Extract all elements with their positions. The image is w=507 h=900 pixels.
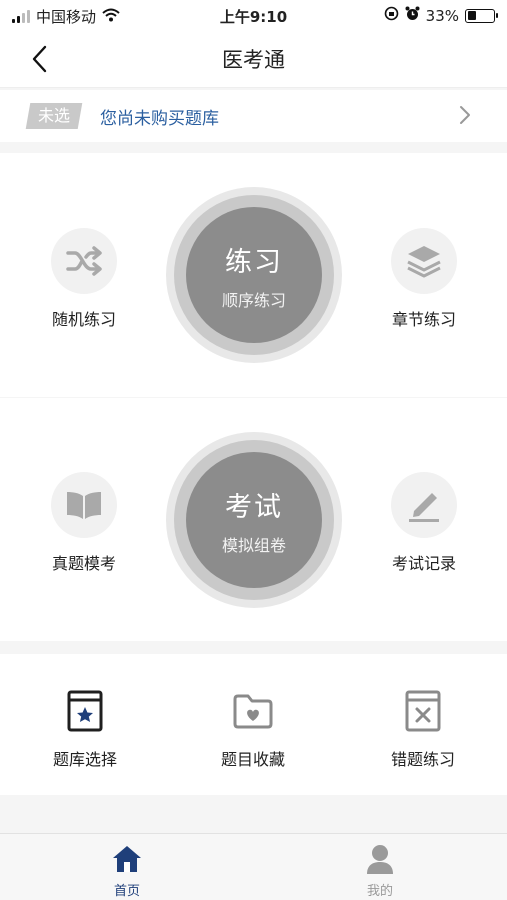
battery-percent: 33% <box>425 6 459 25</box>
practice-panel: 随机练习 练习 顺序练习 章节练习 <box>0 153 507 397</box>
exam-ring: 考试 模拟组卷 <box>174 440 334 600</box>
random-practice-label: 随机练习 <box>51 310 116 329</box>
unselected-badge: 未选 <box>25 103 83 129</box>
shuffle-icon <box>66 246 102 276</box>
practice-subtitle: 顺序练习 <box>221 290 286 310</box>
badge-label: 未选 <box>37 106 70 125</box>
battery-icon <box>465 8 498 23</box>
bank-status-text: 您尚未购买题库 <box>100 109 219 129</box>
random-practice-circle <box>51 228 117 294</box>
battery-fill <box>467 11 476 20</box>
status-bar: 中国移动 上午9:10 33% <box>0 0 507 30</box>
exam-button[interactable]: 考试 模拟组卷 <box>166 432 342 608</box>
question-bank-icon-wrap <box>20 688 150 734</box>
layers-icon <box>407 246 441 278</box>
home-icon <box>113 846 141 872</box>
book-icon <box>67 492 101 519</box>
random-practice-button[interactable]: 随机练习 <box>24 228 144 330</box>
exam-panel: 真题模考 考试 模拟组卷 考试记录 <box>0 398 507 641</box>
past-exam-button[interactable]: 真题模考 <box>24 472 144 574</box>
practice-core: 练习 顺序练习 <box>186 207 322 343</box>
rotation-lock-icon <box>384 6 399 25</box>
favorites-icon-wrap <box>188 688 318 734</box>
page-title: 医考通 <box>222 48 285 72</box>
wrong-book-icon <box>405 690 441 732</box>
wrong-questions-label: 错题练习 <box>390 750 455 769</box>
exam-subtitle: 模拟组卷 <box>221 535 286 555</box>
practice-ring: 练习 顺序练习 <box>174 195 334 355</box>
tab-bar: 首页 我的 <box>0 833 507 900</box>
tab-home-icon-wrap <box>77 842 177 876</box>
question-bank-bar[interactable]: 未选 您尚未购买题库 <box>0 90 507 142</box>
wrong-questions-button[interactable]: 错题练习 <box>358 688 488 770</box>
tab-mine[interactable]: 我的 <box>330 842 430 899</box>
favorites-label: 题目收藏 <box>220 750 285 769</box>
pencil-icon <box>409 493 439 522</box>
tab-home[interactable]: 首页 <box>77 842 177 899</box>
nav-bar: 医考通 <box>0 30 507 88</box>
user-icon <box>367 845 393 874</box>
chevron-right-icon <box>459 105 471 129</box>
past-exam-circle <box>51 472 117 538</box>
alarm-icon <box>405 6 420 25</box>
tools-panel: 题库选择 题目收藏 错题练习 <box>0 654 507 795</box>
chapter-practice-label: 章节练习 <box>391 310 456 329</box>
wrong-questions-icon-wrap <box>358 688 488 734</box>
chapter-practice-circle <box>391 228 457 294</box>
favorites-button[interactable]: 题目收藏 <box>188 688 318 770</box>
status-right: 33% <box>384 6 498 25</box>
question-bank-select-button[interactable]: 题库选择 <box>20 688 150 770</box>
chapter-practice-button[interactable]: 章节练习 <box>364 228 484 330</box>
folder-heart-icon <box>233 694 273 729</box>
exam-record-circle <box>391 472 457 538</box>
question-bank-select-label: 题库选择 <box>52 750 117 769</box>
past-exam-label: 真题模考 <box>51 554 116 573</box>
tab-mine-icon-wrap <box>330 842 430 876</box>
practice-title: 练习 <box>225 246 283 278</box>
exam-title: 考试 <box>225 491 283 523</box>
exam-record-label: 考试记录 <box>391 554 456 573</box>
question-bank-icon <box>67 690 103 732</box>
tab-mine-label: 我的 <box>366 884 393 899</box>
exam-core: 考试 模拟组卷 <box>186 452 322 588</box>
practice-button[interactable]: 练习 顺序练习 <box>166 187 342 363</box>
tab-home-label: 首页 <box>113 884 140 899</box>
exam-record-button[interactable]: 考试记录 <box>364 472 484 574</box>
